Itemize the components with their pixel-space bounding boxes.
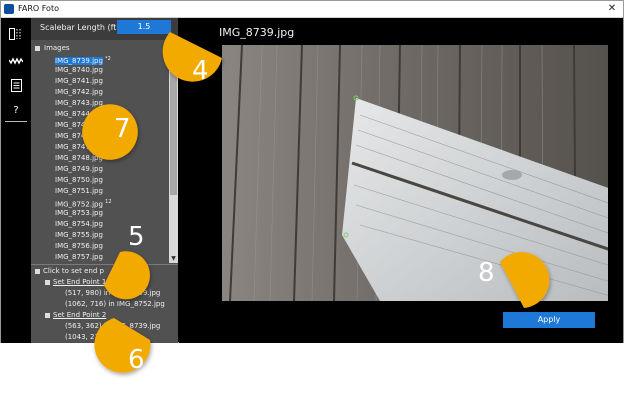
- image-title: IMG_8739.jpg: [219, 26, 295, 39]
- end-point-2-entry: (563, 362) in IMG_8739.jpg: [65, 322, 161, 330]
- callout-8-number: 8: [478, 258, 495, 288]
- image-file-name: IMG_8740.jpg: [55, 66, 103, 74]
- callout-5-number: 5: [128, 222, 145, 252]
- document-icon[interactable]: [5, 76, 27, 94]
- apply-button[interactable]: Apply: [503, 312, 595, 328]
- image-file-name: IMG_8751.jpg: [55, 187, 103, 195]
- image-file-name: IMG_8741.jpg: [55, 77, 103, 85]
- end-point-2-row: Set End Point 2: [45, 311, 106, 319]
- callout-7-number: 7: [114, 114, 131, 144]
- faro-foto-window: FARO Foto ✕ ? Scalebar Length (ft) Image…: [0, 0, 624, 343]
- collapse-icon: [35, 268, 40, 274]
- image-file-name: IMG_8757.jpg: [55, 253, 103, 261]
- scalebar-row: Scalebar Length (ft): [31, 18, 178, 40]
- image-mark-count: *2: [105, 56, 111, 62]
- split-panel-icon[interactable]: [5, 25, 27, 43]
- title-bar: FARO Foto ✕: [1, 1, 623, 18]
- collapse-icon: [45, 312, 50, 318]
- end-point-2-entry: (1043, 215: [65, 333, 104, 341]
- image-list-item[interactable]: IMG_8753.jpg: [55, 208, 112, 219]
- scalebar-label: Scalebar Length (ft): [40, 23, 120, 32]
- image-list-item[interactable]: IMG_8739.jpg *2: [55, 54, 112, 66]
- image-list-item[interactable]: IMG_8754.jpg: [55, 219, 112, 230]
- images-header-label: Images: [44, 44, 70, 52]
- image-list-item[interactable]: IMG_8751.jpg: [55, 186, 112, 197]
- image-file-name: IMG_8743.jpg: [55, 99, 103, 107]
- image-list-item[interactable]: IMG_8750.jpg: [55, 175, 112, 186]
- image-file-name: IMG_8742.jpg: [55, 88, 103, 96]
- images-tree: Images IMG_8739.jpg *2 IMG_8740.jpg IMG_87…: [31, 41, 169, 263]
- endpoints-header-label: Click to set end p: [43, 267, 104, 275]
- help-icon[interactable]: ?: [5, 101, 27, 119]
- scalebar-length-input[interactable]: [117, 20, 171, 34]
- image-list-item[interactable]: IMG_8752.jpg 12: [55, 197, 112, 208]
- image-list-item[interactable]: IMG_8755.jpg: [55, 230, 112, 241]
- set-end-point-2-link[interactable]: Set End Point 2: [53, 311, 106, 319]
- end-point-1-entry: (1062, 716) in IMG_8752.jpg: [65, 300, 165, 308]
- image-list-item[interactable]: IMG_8756.jpg: [55, 241, 112, 252]
- endpoints-header: Click to set end p: [35, 267, 104, 275]
- image-list-item[interactable]: IMG_8740.jpg: [55, 65, 112, 76]
- images-tree-header[interactable]: Images: [35, 44, 70, 52]
- photo-canvas[interactable]: [222, 45, 608, 301]
- image-file-name: IMG_8756.jpg: [55, 242, 103, 250]
- end-point-1-row: Set End Point 1: [45, 278, 106, 286]
- scroll-down-icon[interactable]: ▼: [170, 255, 177, 262]
- image-list-item[interactable]: IMG_8748.jpg: [55, 153, 112, 164]
- image-file-name: IMG_8755.jpg: [55, 231, 103, 239]
- image-file-name: IMG_8745.jpg: [55, 121, 103, 129]
- window-title: FARO Foto: [18, 4, 59, 13]
- side-panel: Scalebar Length (ft) Images IMG_8739.jpg…: [31, 18, 178, 343]
- image-list-item[interactable]: IMG_8749.jpg: [55, 164, 112, 175]
- vertical-scrollbar[interactable]: ▼: [169, 41, 178, 263]
- image-list-item[interactable]: IMG_8746.jpg: [55, 131, 112, 142]
- collapse-icon: [45, 279, 50, 285]
- image-file-name: IMG_8754.jpg: [55, 220, 103, 228]
- image-list: IMG_8739.jpg *2 IMG_8740.jpg IMG_8741.jpg I…: [55, 54, 112, 263]
- image-list-item[interactable]: IMG_8743.jpg: [55, 98, 112, 109]
- image-list-item[interactable]: IMG_8744.jpg: [55, 109, 112, 120]
- scrollbar-thumb[interactable]: [170, 45, 177, 195]
- image-viewer: IMG_8739.jpg Apply: [179, 18, 623, 343]
- image-list-item[interactable]: IMG_8757.jpg: [55, 252, 112, 263]
- toolbar-separator: [5, 121, 27, 122]
- panel-divider: [31, 264, 178, 265]
- image-file-name: IMG_8753.jpg: [55, 209, 103, 217]
- image-file-name: IMG_8750.jpg: [55, 176, 103, 184]
- collapse-icon: [35, 45, 40, 51]
- close-button[interactable]: ✕: [605, 2, 619, 16]
- left-toolbar: ?: [1, 18, 31, 343]
- waveform-icon[interactable]: [5, 52, 27, 70]
- callout-6-number: 6: [128, 345, 145, 375]
- image-file-name: IMG_8749.jpg: [55, 165, 103, 173]
- image-mark-count: 12: [105, 199, 112, 205]
- image-list-item[interactable]: IMG_8741.jpg: [55, 76, 112, 87]
- image-file-name: IMG_8746.jpg: [55, 132, 103, 140]
- image-list-item[interactable]: IMG_8747.jpg: [55, 142, 112, 153]
- end-point-1-entry: (517, 980) in IMG_8739.jpg: [65, 289, 161, 297]
- image-file-name: IMG_8744.jpg: [55, 110, 103, 118]
- endpoints-tree: Click to set end p Set End Point 1 (517,…: [31, 266, 178, 343]
- image-list-item[interactable]: IMG_8745.jpg: [55, 120, 112, 131]
- wood-photo: [222, 45, 608, 301]
- image-list-item[interactable]: IMG_8742.jpg: [55, 87, 112, 98]
- image-file-name: IMG_8748.jpg: [55, 154, 103, 162]
- app-icon: [4, 4, 14, 14]
- set-end-point-1-link[interactable]: Set End Point 1: [53, 278, 106, 286]
- callout-4-number: 4: [192, 56, 209, 86]
- image-file-name: IMG_8747.jpg: [55, 143, 103, 151]
